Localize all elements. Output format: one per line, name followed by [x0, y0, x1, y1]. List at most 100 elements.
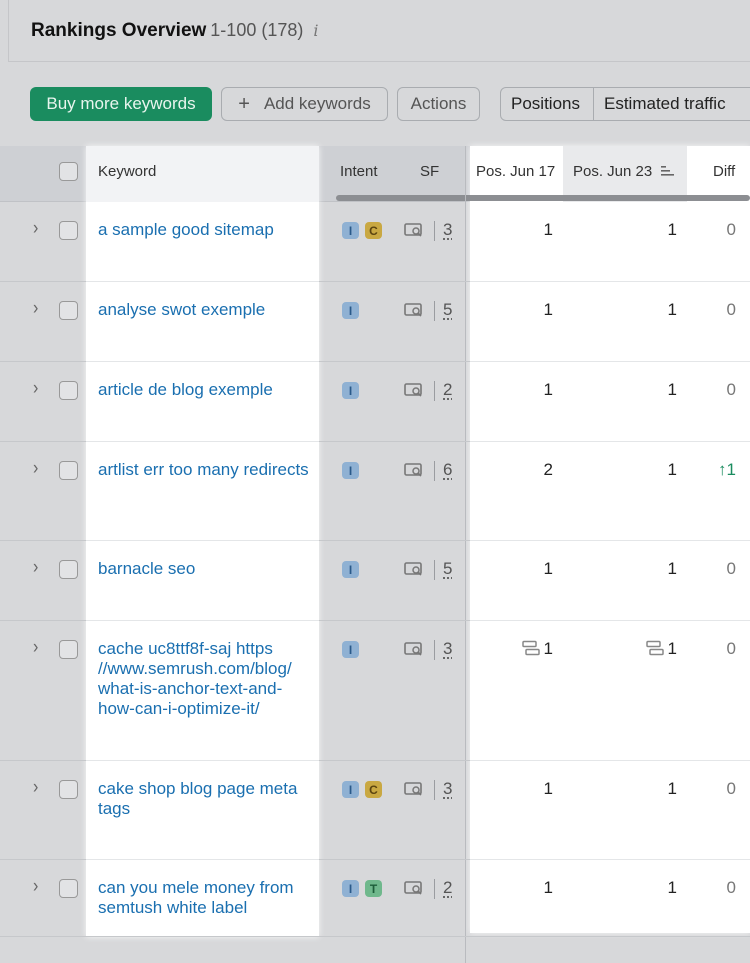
page-header: Rankings Overview 1-100 (178) i [8, 0, 750, 62]
table-row[interactable]: › barnacle seo I 5 1 1 0 [0, 541, 750, 621]
pos-jun23-cell: 1 [668, 220, 677, 240]
sf-count[interactable]: 3 [443, 220, 452, 240]
keyword-link[interactable]: article de blog exemple [98, 380, 313, 400]
sf-count[interactable]: 5 [443, 559, 452, 579]
estimated-traffic-tab[interactable]: Estimated traffic [594, 88, 736, 120]
row-divider-highlight [470, 540, 750, 541]
row-checkbox[interactable] [59, 780, 78, 799]
row-divider-highlight [86, 760, 319, 761]
table-row[interactable]: › cake shop blog page meta tags I C 3 1 1 0 [0, 761, 750, 860]
view-toggle: Positions Estimated traffic [500, 87, 750, 121]
row-divider-highlight [86, 441, 319, 442]
keyword-link[interactable]: can you mele money from semtush white la… [98, 878, 313, 918]
serp-features-icon[interactable] [404, 880, 424, 896]
sf-count[interactable]: 5 [443, 300, 452, 320]
page-title-text: Rankings Overview [31, 20, 206, 41]
intent-badge: I [342, 880, 359, 897]
row-divider-highlight [470, 281, 750, 282]
table-row[interactable]: › a sample good sitemap I C 3 1 1 0 [0, 202, 750, 282]
sf-separator [434, 780, 435, 800]
keyword-link[interactable]: analyse swot exemple [98, 300, 313, 320]
expand-chevron-icon[interactable]: › [33, 218, 38, 240]
expand-chevron-icon[interactable]: › [33, 557, 38, 579]
pos-jun23-value: 1 [668, 460, 677, 479]
pos-jun23-value: 1 [668, 220, 677, 239]
sf-count[interactable]: 3 [443, 639, 452, 659]
expand-chevron-icon[interactable]: › [33, 378, 38, 400]
row-checkbox[interactable] [59, 640, 78, 659]
pos-jun17-value: 1 [544, 220, 553, 239]
serp-features-icon[interactable] [404, 222, 424, 238]
row-checkbox[interactable] [59, 879, 78, 898]
add-keywords-button[interactable]: + Add keywords [221, 87, 388, 121]
sf-count[interactable]: 3 [443, 779, 452, 799]
select-all-checkbox[interactable] [59, 162, 78, 181]
pos-jun23-value: 1 [668, 380, 677, 399]
diff-value: 0 [727, 779, 736, 799]
row-checkbox[interactable] [59, 301, 78, 320]
pos-jun17-column-header[interactable]: Pos. Jun 17 [476, 163, 555, 180]
row-checkbox[interactable] [59, 560, 78, 579]
row-checkbox[interactable] [59, 461, 78, 480]
expand-chevron-icon[interactable]: › [33, 777, 38, 799]
row-checkbox[interactable] [59, 221, 78, 240]
sf-count[interactable]: 2 [443, 878, 452, 898]
expand-chevron-icon[interactable]: › [33, 458, 38, 480]
keyword-link[interactable]: artlist err too many redirects [98, 460, 313, 480]
serp-features-icon[interactable] [404, 781, 424, 797]
pos-jun17-value: 1 [544, 779, 553, 798]
expand-chevron-icon[interactable]: › [33, 876, 38, 898]
table-row[interactable]: › can you mele money from semtush white l… [0, 860, 750, 937]
serp-features-icon[interactable] [404, 641, 424, 657]
result-range: 1-100 (178) [210, 20, 303, 40]
row-divider-highlight [86, 859, 319, 860]
pos-jun17-cell: 1 [544, 779, 553, 799]
keyword-link[interactable]: cache uc8ttf8f-saj https //www.semrush.c… [98, 639, 313, 719]
diff-column-header[interactable]: Diff [713, 163, 735, 180]
pos-jun23-value: 1 [668, 779, 677, 798]
diff-value: 0 [727, 559, 736, 579]
serp-features-icon[interactable] [404, 462, 424, 478]
expand-chevron-icon[interactable]: › [33, 637, 38, 659]
pos-jun23-value: 1 [668, 878, 677, 897]
row-divider-highlight [86, 620, 319, 621]
row-divider [0, 936, 750, 937]
positions-tab[interactable]: Positions [501, 88, 594, 120]
intent-badge: I [342, 222, 359, 239]
buy-more-keywords-button[interactable]: Buy more keywords [30, 87, 212, 121]
keyword-link[interactable]: a sample good sitemap [98, 220, 313, 240]
expand-chevron-icon[interactable]: › [33, 298, 38, 320]
horizontal-scrollbar[interactable] [336, 195, 750, 201]
add-keywords-label: Add keywords [264, 94, 371, 114]
sf-count[interactable]: 6 [443, 460, 452, 480]
pos-jun23-cell: 1 [668, 380, 677, 400]
sf-count[interactable]: 2 [443, 380, 452, 400]
keyword-link[interactable]: cake shop blog page meta tags [98, 779, 313, 819]
sort-icon[interactable] [660, 163, 676, 177]
info-icon[interactable]: i [313, 21, 318, 40]
serp-features-icon[interactable] [404, 382, 424, 398]
table-row[interactable]: › artlist err too many redirects I 6 2 1 ↑1 [0, 442, 750, 541]
table-row[interactable]: › cache uc8ttf8f-saj https //www.semrush.… [0, 621, 750, 761]
keyword-column-header[interactable]: Keyword [98, 163, 156, 180]
sf-separator [434, 560, 435, 580]
keyword-link[interactable]: barnacle seo [98, 559, 313, 579]
page-title: Rankings Overview 1-100 (178) i [31, 20, 318, 42]
diff-value: ↑1 [718, 460, 736, 480]
table-row[interactable]: › analyse swot exemple I 5 1 1 0 [0, 282, 750, 362]
sf-separator [434, 640, 435, 660]
row-divider-highlight [470, 441, 750, 442]
sf-column-header[interactable]: SF [420, 163, 439, 180]
diff-value: 0 [727, 300, 736, 320]
serp-features-icon[interactable] [404, 302, 424, 318]
actions-button[interactable]: Actions [397, 87, 480, 121]
serp-position-icon [646, 640, 664, 656]
pos-jun23-column-header[interactable]: Pos. Jun 23 [573, 163, 652, 180]
pos-jun17-value: 1 [544, 300, 553, 319]
intent-column-header[interactable]: Intent [340, 163, 378, 180]
row-checkbox[interactable] [59, 381, 78, 400]
intent-badge: I [342, 561, 359, 578]
sf-separator [434, 461, 435, 481]
table-row[interactable]: › article de blog exemple I 2 1 1 0 [0, 362, 750, 442]
serp-features-icon[interactable] [404, 561, 424, 577]
